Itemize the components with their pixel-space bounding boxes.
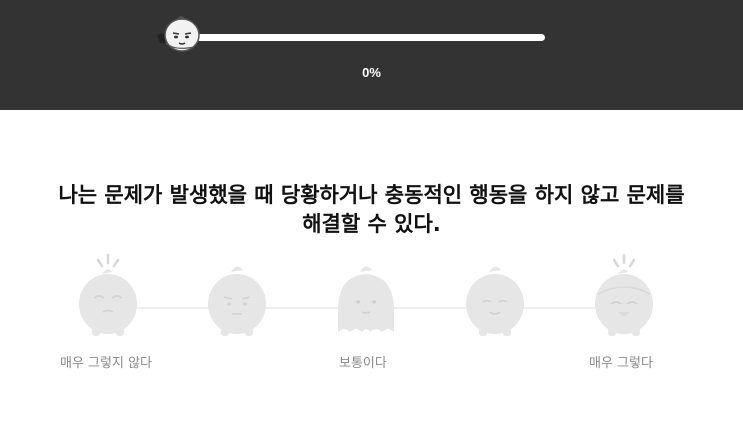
scale-option-4[interactable] <box>459 250 531 342</box>
progress-bar <box>176 34 545 41</box>
question-text: 나는 문제가 발생했을 때 당황하거나 충동적인 행동을 하지 않고 문제를 해… <box>40 181 703 239</box>
mascot-character-icon <box>157 16 200 52</box>
neutral-character-icon <box>338 266 394 332</box>
scale-label-middle: 보통이다 <box>339 356 387 371</box>
scale-option-5[interactable] <box>588 250 660 342</box>
dizzy-character-icon <box>79 253 137 336</box>
scale-label-right: 매우 그렇다 <box>589 356 653 371</box>
excited-character-icon <box>595 253 653 336</box>
scale-option-3[interactable] <box>330 250 402 342</box>
grumpy-character-icon <box>208 266 266 336</box>
likert-scale <box>0 250 743 350</box>
content-character-icon <box>466 266 524 336</box>
progress-percent: 0% <box>362 65 381 80</box>
scale-option-1[interactable] <box>72 250 144 342</box>
question-line-2: 해결할 수 있다. <box>302 212 441 236</box>
question-line-1: 나는 문제가 발생했을 때 당황하거나 충동적인 행동을 하지 않고 문제를 <box>58 183 685 207</box>
scale-label-left: 매우 그렇지 않다 <box>60 356 152 371</box>
progress-header: 0% <box>0 0 743 110</box>
scale-option-2[interactable] <box>201 250 273 342</box>
